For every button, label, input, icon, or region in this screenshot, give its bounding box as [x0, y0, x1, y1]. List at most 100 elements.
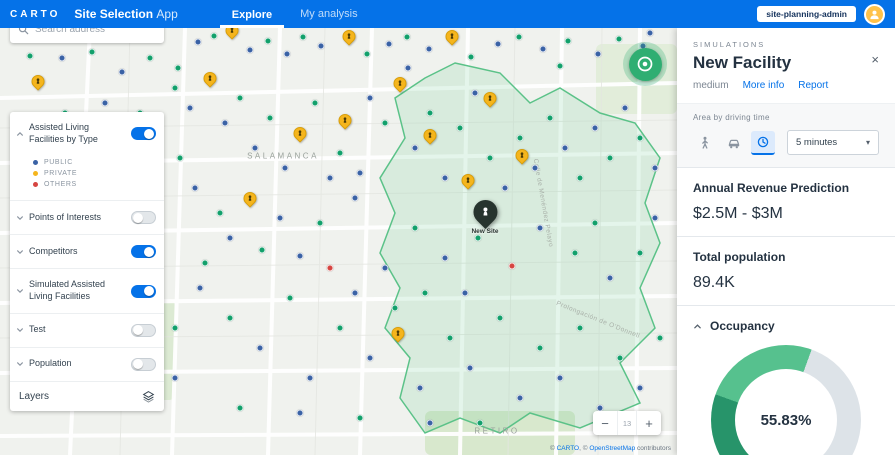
user-avatar[interactable] — [864, 3, 885, 25]
marker-competitor[interactable] — [456, 124, 464, 132]
marker-private-facility[interactable] — [200, 69, 220, 88]
marker-public-facility[interactable] — [501, 184, 509, 192]
marker-competitor[interactable] — [515, 33, 523, 41]
marker-competitor[interactable] — [266, 114, 274, 122]
duration-select[interactable]: 5 minutes ▾ — [787, 130, 879, 155]
marker-competitor[interactable] — [615, 35, 623, 43]
marker-public-facility[interactable] — [366, 94, 374, 102]
marker-public-facility[interactable] — [58, 54, 66, 62]
tab-my-analysis[interactable]: My analysis — [288, 0, 369, 28]
marker-public-facility[interactable] — [171, 374, 179, 382]
marker-public-facility[interactable] — [317, 42, 325, 50]
report-link[interactable]: Report — [798, 80, 828, 91]
marker-public-facility[interactable] — [591, 124, 599, 132]
more-info-link[interactable]: More info — [743, 80, 785, 91]
marker-competitor[interactable] — [171, 84, 179, 92]
marker-public-facility[interactable] — [251, 144, 259, 152]
marker-competitor[interactable] — [636, 134, 644, 142]
marker-competitor[interactable] — [236, 404, 244, 412]
marker-competitor[interactable] — [426, 109, 434, 117]
marker-private-facility[interactable] — [512, 146, 532, 165]
marker-competitor[interactable] — [403, 33, 411, 41]
layer-toggle[interactable] — [131, 245, 156, 259]
marker-competitor[interactable] — [258, 246, 266, 254]
marker-public-facility[interactable] — [196, 284, 204, 292]
marker-public-facility[interactable] — [296, 409, 304, 417]
simulation-button[interactable] — [623, 42, 667, 86]
marker-competitor[interactable] — [656, 334, 664, 342]
marker-public-facility[interactable] — [636, 384, 644, 392]
marker-competitor[interactable] — [391, 304, 399, 312]
marker-competitor[interactable] — [146, 54, 154, 62]
marker-public-facility[interactable] — [276, 214, 284, 222]
marker-public-facility[interactable] — [226, 234, 234, 242]
marker-competitor[interactable] — [556, 62, 564, 70]
marker-competitor[interactable] — [236, 94, 244, 102]
marker-public-facility[interactable] — [426, 419, 434, 427]
marker-other-facility[interactable] — [326, 264, 334, 272]
marker-competitor[interactable] — [316, 219, 324, 227]
marker-public-facility[interactable] — [381, 264, 389, 272]
layer-toggle[interactable] — [131, 323, 156, 337]
occupancy-section-header[interactable]: Occupancy — [693, 306, 879, 333]
marker-competitor[interactable] — [264, 37, 272, 45]
marker-private-facility[interactable] — [339, 28, 359, 46]
marker-public-facility[interactable] — [118, 68, 126, 76]
marker-public-facility[interactable] — [326, 174, 334, 182]
layer-toggle[interactable] — [131, 284, 156, 298]
marker-public-facility[interactable] — [186, 104, 194, 112]
marker-public-facility[interactable] — [531, 164, 539, 172]
marker-private-facility[interactable] — [442, 28, 462, 46]
marker-competitor[interactable] — [311, 99, 319, 107]
marker-private-facility[interactable] — [335, 111, 355, 130]
marker-public-facility[interactable] — [283, 50, 291, 58]
marker-competitor[interactable] — [421, 289, 429, 297]
marker-public-facility[interactable] — [471, 89, 479, 97]
marker-public-facility[interactable] — [441, 174, 449, 182]
layer-toggle[interactable] — [131, 127, 156, 141]
marker-public-facility[interactable] — [194, 38, 202, 46]
marker-public-facility[interactable] — [366, 354, 374, 362]
marker-public-facility[interactable] — [221, 119, 229, 127]
layer-toggle[interactable] — [131, 357, 156, 371]
marker-private-facility[interactable] — [420, 126, 440, 145]
marker-public-facility[interactable] — [561, 144, 569, 152]
marker-competitor[interactable] — [286, 294, 294, 302]
osm-attribution-link[interactable]: OpenStreetMap — [589, 445, 635, 452]
marker-private-facility[interactable] — [290, 124, 310, 143]
marker-competitor[interactable] — [363, 50, 371, 58]
marker-public-facility[interactable] — [646, 29, 654, 37]
marker-competitor[interactable] — [299, 33, 307, 41]
marker-competitor[interactable] — [576, 324, 584, 332]
close-icon[interactable]: × — [871, 53, 879, 66]
marker-competitor[interactable] — [616, 354, 624, 362]
marker-public-facility[interactable] — [536, 224, 544, 232]
marker-competitor[interactable] — [571, 249, 579, 257]
chevron-down-icon[interactable] — [16, 287, 24, 295]
marker-public-facility[interactable] — [621, 104, 629, 112]
car-mode-button[interactable] — [722, 131, 746, 155]
marker-private-facility[interactable] — [390, 74, 410, 93]
chevron-down-icon[interactable] — [16, 214, 24, 222]
marker-public-facility[interactable] — [651, 164, 659, 172]
driving-time-mode-button[interactable] — [751, 130, 775, 155]
marker-private-facility[interactable] — [28, 72, 48, 91]
marker-public-facility[interactable] — [594, 50, 602, 58]
chevron-down-icon[interactable] — [16, 360, 24, 368]
marker-competitor[interactable] — [171, 324, 179, 332]
marker-competitor[interactable] — [336, 149, 344, 157]
tab-explore[interactable]: Explore — [219, 0, 285, 28]
marker-private-facility[interactable] — [240, 189, 260, 208]
marker-competitor[interactable] — [496, 314, 504, 322]
marker-public-facility[interactable] — [101, 99, 109, 107]
marker-competitor[interactable] — [606, 154, 614, 162]
marker-competitor[interactable] — [226, 314, 234, 322]
marker-public-facility[interactable] — [606, 274, 614, 282]
marker-public-facility[interactable] — [461, 289, 469, 297]
marker-competitor[interactable] — [216, 209, 224, 217]
marker-competitor[interactable] — [516, 134, 524, 142]
marker-competitor[interactable] — [356, 414, 364, 422]
marker-competitor[interactable] — [476, 419, 484, 427]
marker-public-facility[interactable] — [441, 254, 449, 262]
chevron-down-icon[interactable] — [16, 326, 24, 334]
